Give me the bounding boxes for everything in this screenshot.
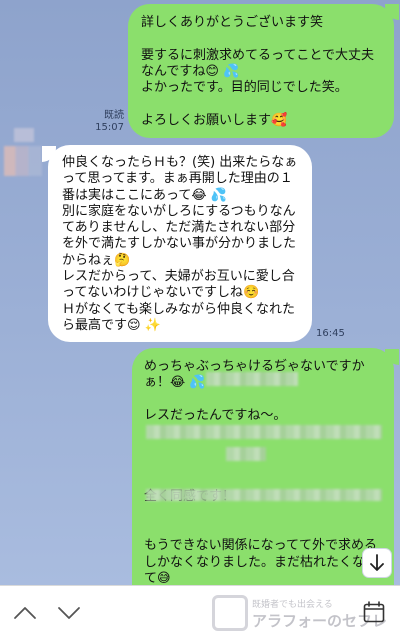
- watermark-subtitle: 既婚者でも出会える: [252, 600, 333, 610]
- blurred-text: [146, 425, 382, 439]
- watermark: 既婚者でも出会える アラフォーのセフレ: [212, 591, 387, 635]
- blurred-text: [226, 447, 266, 461]
- chat-area[interactable]: 詳しくありがとうございます笑 要するに刺激求めてるってことで大丈夫なんですね😊 …: [0, 0, 400, 585]
- watermark-logo-icon: [212, 595, 248, 631]
- scroll-to-bottom-button[interactable]: [362, 548, 392, 578]
- blurred-text: [146, 489, 382, 501]
- message-timestamp: 16:45: [316, 328, 345, 339]
- my-message-bubble[interactable]: 詳しくありがとうございます笑 要するに刺激求めてるってことで大丈夫なんですね😊 …: [128, 4, 394, 138]
- calendar-button[interactable]: [362, 600, 386, 624]
- their-message-bubble[interactable]: 仲良くなったらＨも？(笑) 出来たらなぁって思ってます。まぁ再開した理由の１番は…: [48, 145, 312, 342]
- chevron-down-icon: [58, 607, 80, 619]
- calendar-icon: [363, 601, 385, 623]
- read-receipt: 既読: [104, 110, 124, 121]
- arrow-down-icon: [370, 554, 384, 571]
- previous-button[interactable]: [12, 600, 38, 626]
- message-timestamp: 15:07: [95, 122, 124, 133]
- blurred-avatar-top: [14, 128, 34, 142]
- next-button[interactable]: [56, 600, 82, 626]
- blurred-text: [206, 372, 298, 386]
- bottom-toolbar: 既婚者でも出会える アラフォーのセフレ: [0, 585, 400, 641]
- avatar[interactable]: [4, 146, 42, 176]
- chevron-up-icon: [14, 607, 36, 619]
